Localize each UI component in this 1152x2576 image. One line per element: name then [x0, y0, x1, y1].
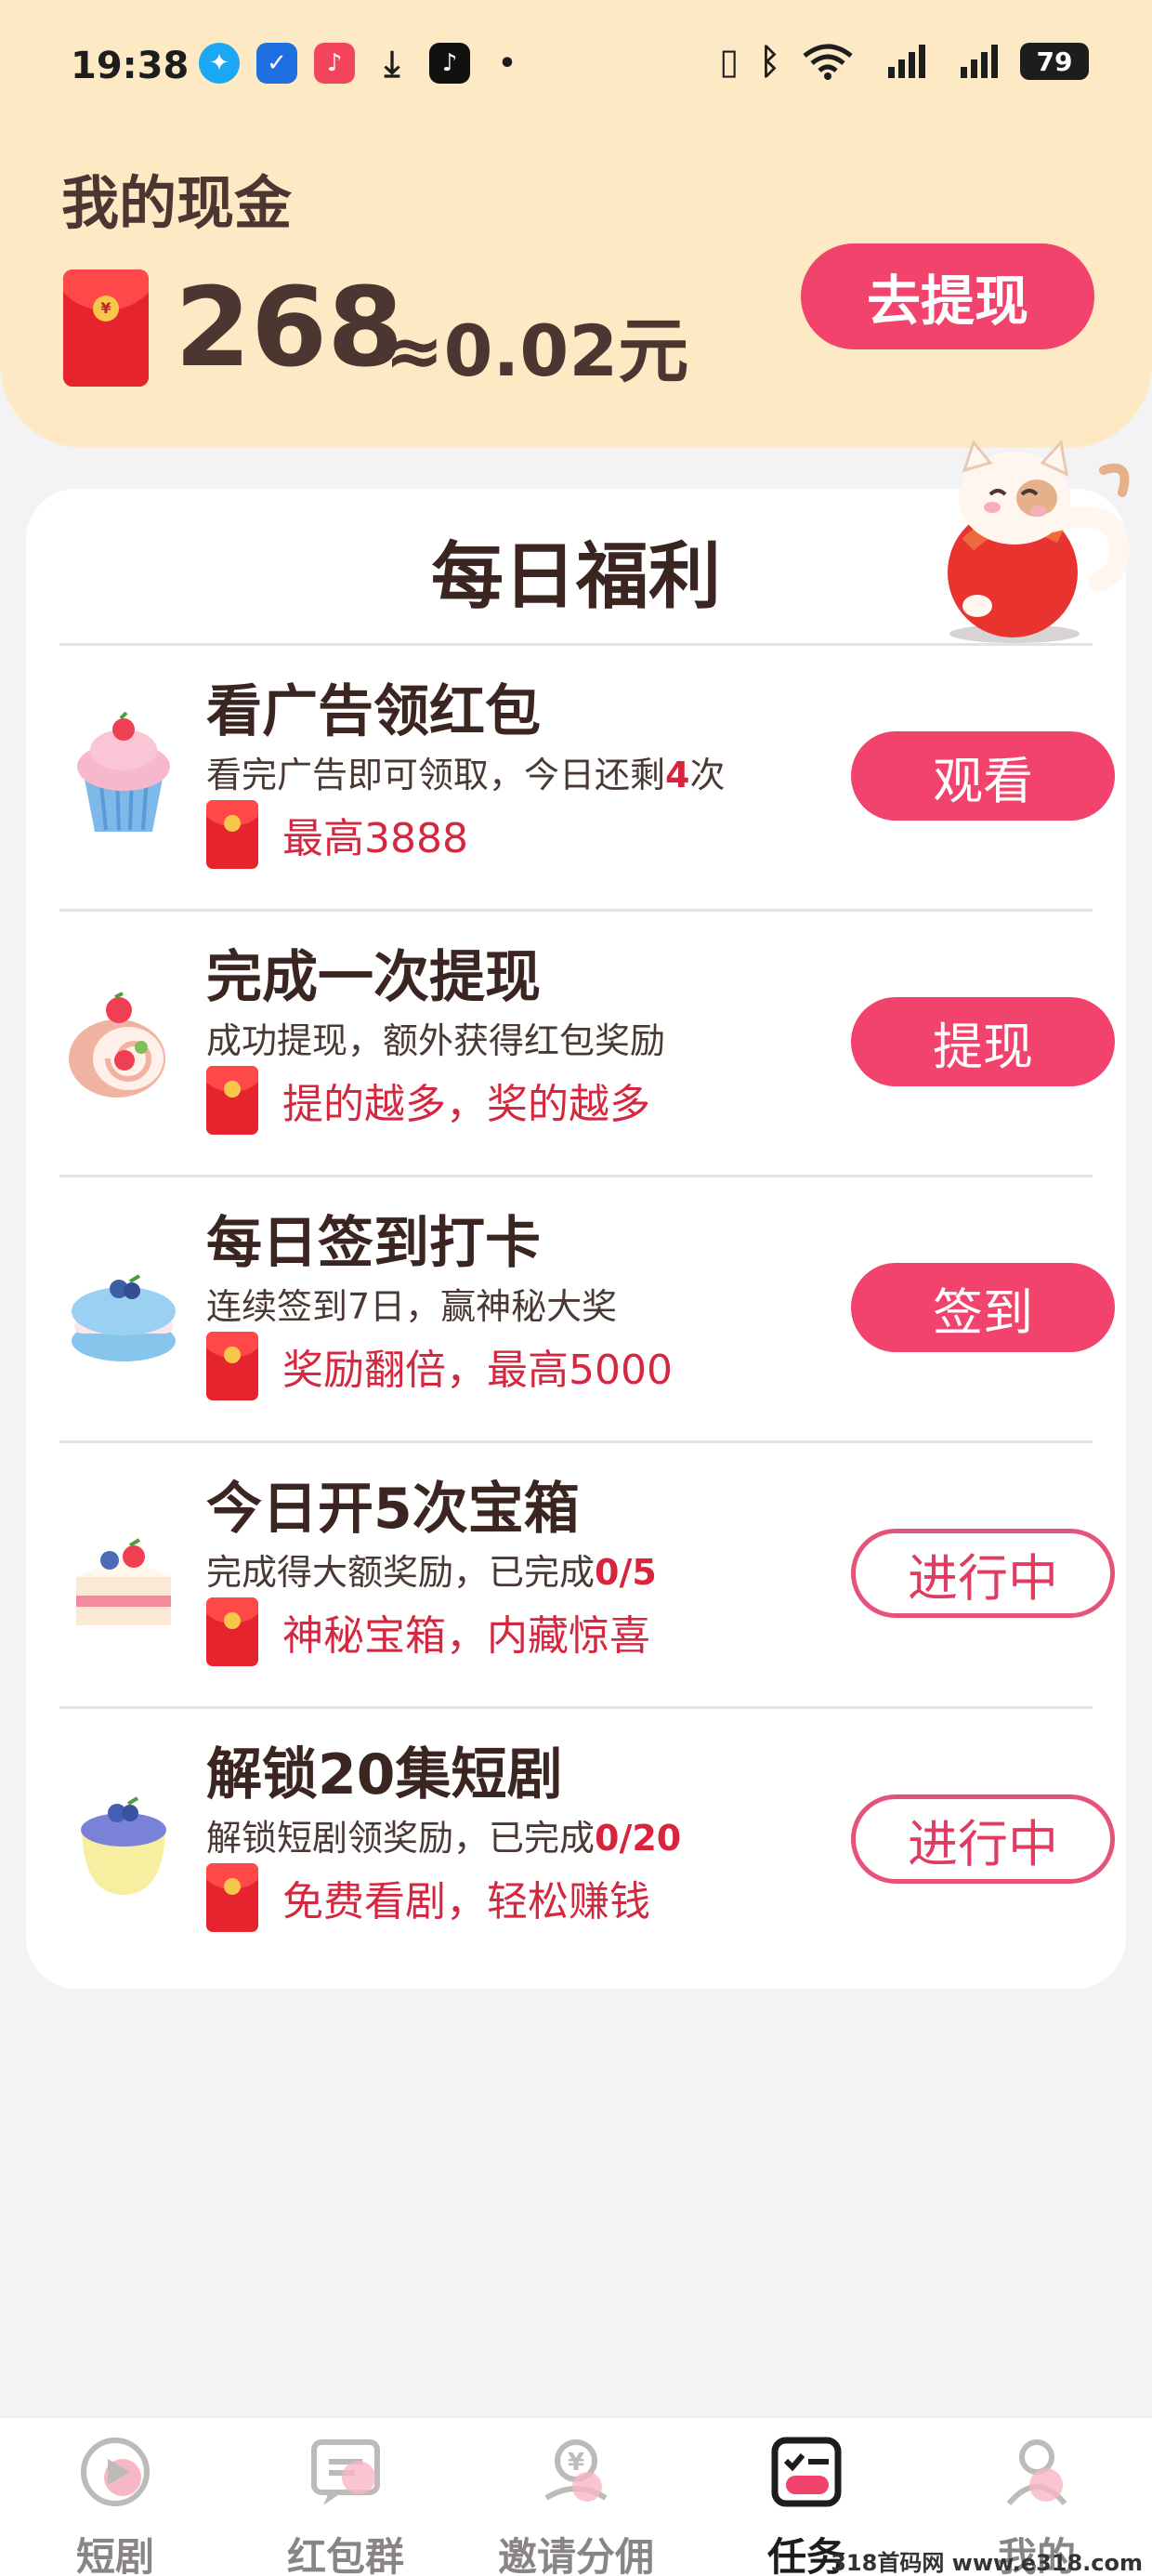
task-row-withdraw: 完成一次提现 成功提现，额外获得红包奖励 提的越多，奖的越多 提现 — [59, 909, 1115, 1175]
task-title: 看广告领红包 — [206, 679, 541, 744]
download-icon: ⤓ — [384, 42, 400, 84]
messenger-icon: ✓ — [256, 43, 297, 84]
status-time: 19:38 — [71, 45, 190, 87]
task-description: 看完广告即可领取，今日还剩4次 — [206, 755, 726, 795]
task-row-checkin: 每日签到打卡 连续签到7日，赢神秘大奖 奖励翻倍，最高5000 签到 — [59, 1175, 1115, 1440]
task-title: 解锁20集短剧 — [206, 1742, 563, 1807]
cash-header: 19:38 ✦ ✓ ♪ ⤓ ♪ • ▯ ᛒ 79 我的现金 ¥ 268 ≈0.0… — [0, 0, 1152, 448]
red-packet-icon — [206, 800, 258, 869]
task-description: 完成得大额奖励，已完成0/5 — [206, 1552, 657, 1593]
withdraw-task-button[interactable]: 提现 — [851, 997, 1115, 1086]
cash-amount: 268 — [175, 263, 404, 391]
invite-coin-icon: ¥ — [544, 2439, 608, 2502]
bluetooth-icon: ᛒ — [759, 41, 780, 82]
cat-mascot-icon — [948, 439, 1130, 643]
daily-welfare-card: 每日福利 看广告领红包 看完广告即可领取，今日还剩4次 最高3888 观看 完成… — [26, 489, 1126, 1989]
in-progress-button[interactable]: 进行中 — [851, 1529, 1115, 1618]
profile-icon — [1006, 2439, 1067, 2505]
task-reward: 奖励翻倍，最高5000 — [206, 1332, 673, 1400]
checkin-button[interactable]: 签到 — [851, 1263, 1115, 1352]
progress-count: 0/20 — [595, 1818, 682, 1859]
cupcake-icon — [77, 711, 170, 832]
red-packet-icon — [206, 1863, 258, 1932]
task-row-unlock-drama: 解锁20集短剧 解锁短剧领奖励，已完成0/20 免费看剧，轻松赚钱 进行中 — [59, 1706, 1115, 1972]
music-icon: ♪ — [314, 43, 355, 84]
task-list-icon — [771, 2437, 842, 2507]
task-reward: 提的越多，奖的越多 — [206, 1066, 650, 1135]
cash-title: 我的现金 — [61, 169, 293, 237]
nav-tab-red-packet-group[interactable]: 红包群 — [243, 2433, 448, 2576]
system-icons: ▯ ᛒ 79 — [719, 41, 1089, 82]
chat-icon — [311, 2439, 380, 2505]
signal-4g-icon — [888, 45, 925, 78]
red-packet-icon: ¥ — [63, 269, 149, 387]
task-row-watch-ad: 看广告领红包 看完广告即可领取，今日还剩4次 最高3888 观看 — [59, 643, 1115, 909]
pudding-icon — [81, 1796, 166, 1895]
task-reward: 神秘宝箱，内藏惊喜 — [206, 1597, 650, 1666]
task-description: 连续签到7日，赢神秘大奖 — [206, 1286, 618, 1327]
status-bar: 19:38 ✦ ✓ ♪ ⤓ ♪ • ▯ ᛒ 79 — [0, 0, 1152, 139]
withdraw-button[interactable]: 去提现 — [801, 243, 1094, 349]
cash-equivalent: ≈0.02元 — [385, 309, 689, 392]
task-title: 完成一次提现 — [206, 945, 541, 1010]
nav-tab-invite[interactable]: ¥ 邀请分佣 — [474, 2433, 678, 2576]
vibrate-icon: ▯ — [719, 41, 740, 82]
in-progress-button[interactable]: 进行中 — [851, 1794, 1115, 1884]
cake-slice-icon — [76, 1538, 171, 1625]
watch-ad-button[interactable]: 观看 — [851, 731, 1115, 821]
progress-count: 0/5 — [595, 1552, 657, 1593]
nav-tab-short-drama[interactable]: 短剧 — [13, 2433, 217, 2576]
battery-indicator: 79 — [1020, 43, 1089, 80]
nav-label: 红包群 — [286, 2534, 404, 2576]
task-description: 解锁短剧领奖励，已完成0/20 — [206, 1818, 682, 1859]
svg-text:¥: ¥ — [568, 2449, 584, 2477]
nav-label: 邀请分佣 — [497, 2534, 654, 2576]
task-title: 今日开5次宝箱 — [206, 1477, 580, 1542]
swiss-roll-icon — [69, 992, 165, 1097]
task-reward: 免费看剧，轻松赚钱 — [206, 1863, 650, 1932]
notification-icons: ✦ ✓ ♪ ⤓ ♪ • — [199, 43, 528, 84]
red-packet-icon — [206, 1597, 258, 1666]
more-dot-icon: • — [498, 46, 517, 80]
task-title: 每日签到打卡 — [206, 1211, 541, 1276]
tiktok-icon: ♪ — [429, 43, 470, 84]
qq-icon: ✦ — [199, 43, 240, 84]
wifi-icon — [803, 44, 853, 80]
macaron-icon — [72, 1274, 176, 1361]
nav-label: 短剧 — [75, 2534, 154, 2576]
red-packet-icon — [206, 1332, 258, 1400]
signal-5g-icon — [961, 45, 998, 78]
red-packet-icon — [206, 1066, 258, 1135]
remaining-count: 4 — [665, 755, 690, 795]
task-description: 成功提现，额外获得红包奖励 — [206, 1020, 666, 1061]
watermark: 318首码网 www.e318.com — [831, 2550, 1143, 2576]
task-reward: 最高3888 — [206, 800, 468, 869]
play-icon — [81, 2438, 150, 2506]
task-row-treasure-chest: 今日开5次宝箱 完成得大额奖励，已完成0/5 神秘宝箱，内藏惊喜 进行中 — [59, 1440, 1115, 1706]
